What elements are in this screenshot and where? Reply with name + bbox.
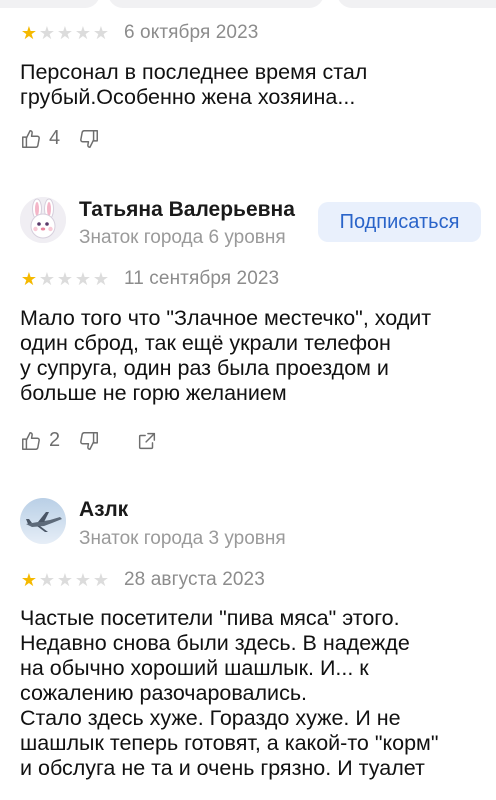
star-empty-icon: ★ xyxy=(92,570,110,590)
author-level: Знаток города 3 уровня xyxy=(79,528,286,549)
author-name[interactable]: Азлк xyxy=(79,498,128,522)
author-name[interactable]: Татьяна Валерьевна xyxy=(79,198,295,222)
review-card: Азлк Знаток города 3 уровня ★ ★ ★ ★ ★ 28… xyxy=(0,476,496,800)
star-empty-icon: ★ xyxy=(56,269,74,289)
star-empty-icon: ★ xyxy=(92,23,110,43)
rating-stars: ★ ★ ★ ★ ★ xyxy=(20,270,110,288)
star-empty-icon: ★ xyxy=(56,23,74,43)
star-empty-icon: ★ xyxy=(74,23,92,43)
review-card: ★ ★ ★ ★ ★ 6 октября 2023 Персонал в посл… xyxy=(0,0,496,170)
reviews-page: ★ ★ ★ ★ ★ 6 октября 2023 Персонал в посл… xyxy=(0,0,496,800)
star-filled-icon: ★ xyxy=(20,23,38,43)
thumbs-down-icon[interactable] xyxy=(78,430,100,452)
thumbs-down-icon[interactable] xyxy=(78,128,100,150)
star-empty-icon: ★ xyxy=(74,269,92,289)
star-filled-icon: ★ xyxy=(20,269,38,289)
review-date: 6 октября 2023 xyxy=(124,22,259,43)
star-empty-icon: ★ xyxy=(38,23,56,43)
review-rating: ★ ★ ★ ★ ★ 6 октября 2023 xyxy=(20,22,258,44)
star-empty-icon: ★ xyxy=(38,269,56,289)
star-filled-icon: ★ xyxy=(20,570,38,590)
rating-stars: ★ ★ ★ ★ ★ xyxy=(20,571,110,589)
star-empty-icon: ★ xyxy=(56,570,74,590)
rating-stars: ★ ★ ★ ★ ★ xyxy=(20,24,110,42)
review-rating: ★ ★ ★ ★ ★ 11 сентября 2023 xyxy=(20,268,279,290)
star-empty-icon: ★ xyxy=(38,570,56,590)
thumbs-up-icon[interactable] xyxy=(20,430,42,452)
review-date: 11 сентября 2023 xyxy=(124,268,280,289)
subscribe-button[interactable]: Подписаться xyxy=(318,202,481,242)
review-actions: 2 xyxy=(20,429,158,452)
like-count: 2 xyxy=(49,429,61,451)
review-actions: 4 xyxy=(20,127,100,150)
star-empty-icon: ★ xyxy=(74,570,92,590)
thumbs-up-icon[interactable] xyxy=(20,128,42,150)
review-date: 28 августа 2023 xyxy=(124,569,265,590)
like-count: 4 xyxy=(49,127,61,149)
author-level: Знаток города 6 уровня xyxy=(79,227,286,248)
share-icon[interactable] xyxy=(136,430,158,452)
review-text: Персонал в последнее время стал грубый.О… xyxy=(20,60,368,109)
review-text: Мало того что "Злачное местечко", ходит … xyxy=(20,306,432,405)
airplane-avatar-icon[interactable] xyxy=(20,498,66,544)
star-empty-icon: ★ xyxy=(92,269,110,289)
review-rating: ★ ★ ★ ★ ★ 28 августа 2023 xyxy=(20,569,265,591)
review-card: Татьяна Валерьевна Знаток города 6 уровн… xyxy=(0,176,496,476)
bunny-avatar-icon[interactable] xyxy=(20,197,66,243)
review-text: Частые посетители "пива мяса" этого. Нед… xyxy=(20,606,439,780)
